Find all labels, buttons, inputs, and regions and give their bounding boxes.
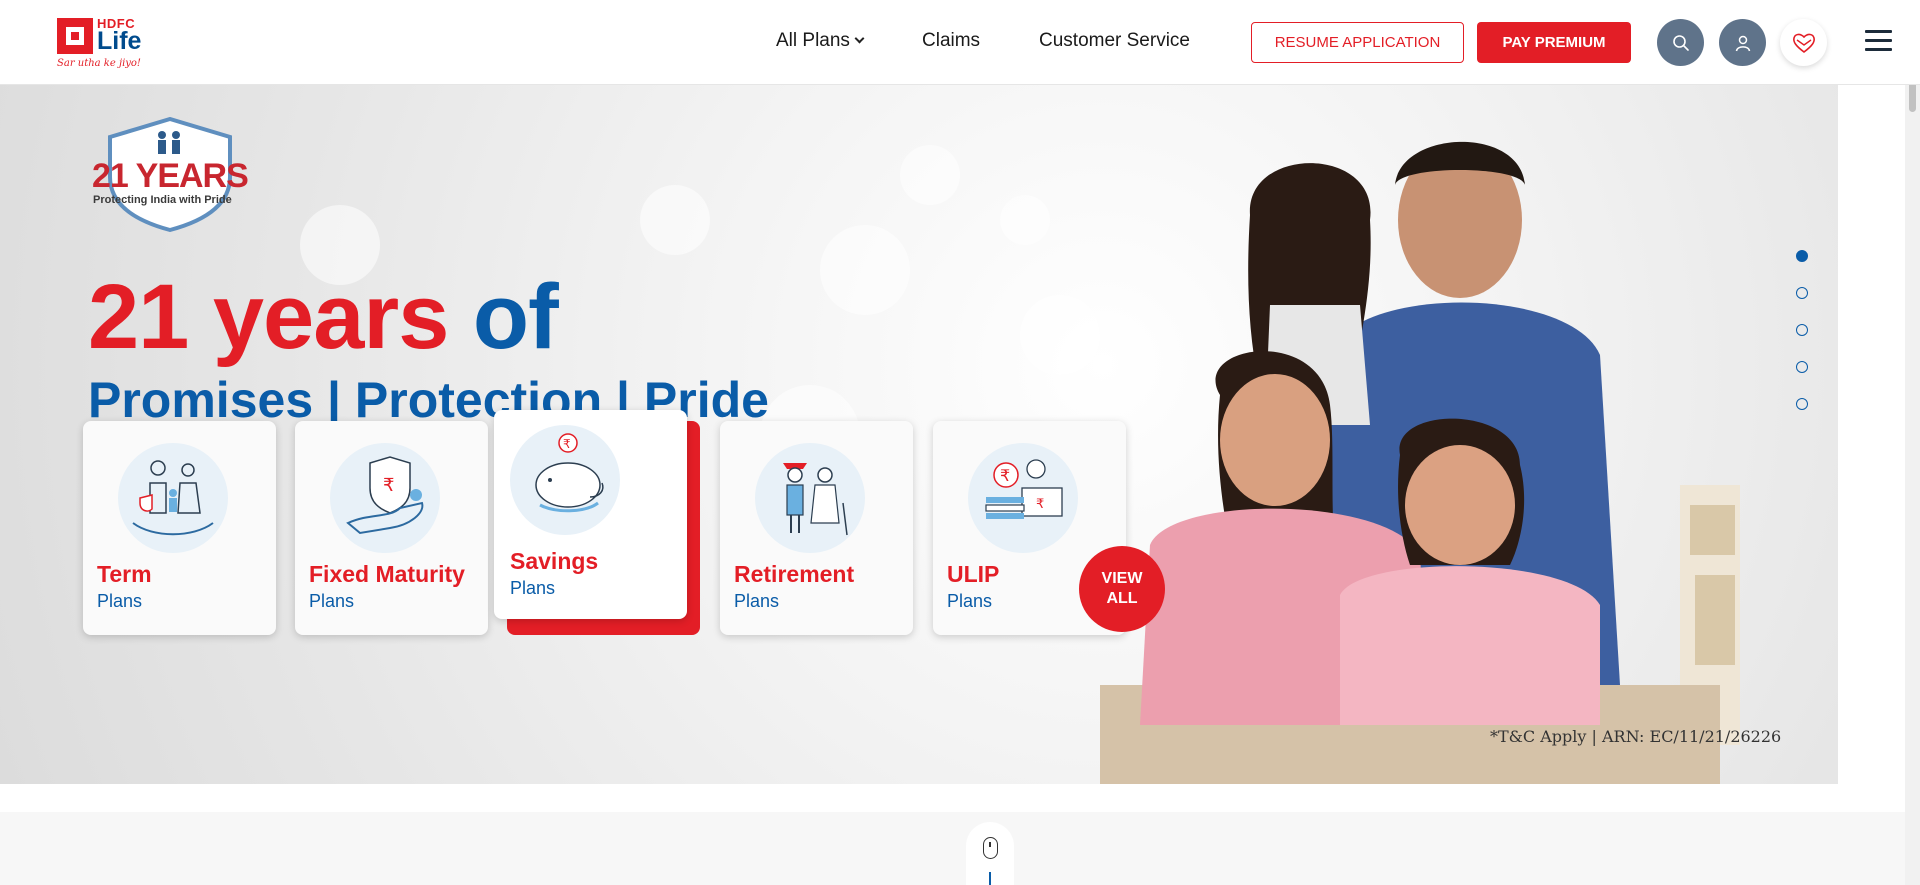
nav-all-plans[interactable]: All Plans: [776, 30, 865, 52]
logo-mark: [57, 18, 93, 54]
nav-all-plans-label: All Plans: [776, 30, 850, 51]
plan-title: Term: [97, 561, 152, 587]
slide-dot[interactable]: [1796, 324, 1808, 336]
plan-subtitle: Plans: [947, 591, 993, 611]
slide-indicator: [1796, 250, 1810, 435]
hdfc-life-logo[interactable]: HDFC Life Sar utha ke jiyo!: [57, 16, 157, 74]
plan-subtitle: Plans: [734, 591, 780, 611]
contact-button[interactable]: [1780, 19, 1827, 66]
piggy-bank-icon: ₹: [510, 425, 620, 535]
view-all-line2: ALL: [1106, 590, 1138, 607]
heart-icon: [1792, 33, 1815, 53]
nav-claims[interactable]: Claims: [922, 30, 980, 52]
plan-subtitle: Plans: [97, 591, 143, 611]
badge-tagline: Protecting India with Pride: [93, 194, 232, 206]
plan-title: Fixed Maturity: [309, 561, 465, 587]
chevron-down-icon: [854, 33, 865, 44]
search-icon: [1672, 34, 1689, 51]
svg-text:₹: ₹: [1000, 466, 1010, 485]
headline-blue-text: of: [472, 266, 559, 368]
terms-disclaimer: *T&C Apply | ARN: EC/11/21/26226: [1490, 727, 1782, 746]
page-scrollbar[interactable]: [1905, 0, 1920, 885]
mouse-icon: [983, 837, 998, 859]
rupee-shield-icon: ₹: [330, 443, 440, 553]
elderly-couple-icon: [755, 443, 865, 553]
search-button[interactable]: [1657, 19, 1704, 66]
plan-card-term[interactable]: Term Plans: [83, 421, 276, 635]
family-photo: [1100, 141, 1740, 784]
nav-customer-service[interactable]: Customer Service: [1039, 30, 1190, 52]
headline-red-text: 21 years: [88, 266, 449, 368]
site-header: HDFC Life Sar utha ke jiyo! All Plans Cl…: [0, 0, 1920, 85]
plan-card-fixed-maturity[interactable]: ₹ Fixed Maturity Plans: [295, 421, 488, 635]
scroll-line: [989, 872, 991, 885]
plan-title: Savings: [510, 548, 599, 574]
svg-text:₹: ₹: [563, 437, 571, 451]
next-section-band: [0, 812, 1920, 885]
plan-title: ULIP: [947, 561, 1000, 587]
plan-subtitle: Plans: [309, 591, 355, 611]
svg-text:₹: ₹: [1036, 497, 1044, 512]
svg-text:₹: ₹: [383, 475, 394, 496]
slide-dot[interactable]: [1796, 287, 1808, 299]
anniversary-badge: 21 YEARS Protecting India with Pride: [90, 117, 250, 232]
slide-dot[interactable]: [1796, 398, 1808, 410]
coin-stack-icon: ₹ ₹: [968, 443, 1078, 553]
plan-card-retirement[interactable]: Retirement Plans: [720, 421, 913, 635]
plan-subtitle: Plans: [510, 578, 556, 598]
account-button[interactable]: [1719, 19, 1766, 66]
user-icon: [1735, 35, 1750, 51]
menu-icon[interactable]: [1865, 30, 1892, 52]
slide-dot[interactable]: [1796, 361, 1808, 373]
slide-dot[interactable]: [1796, 250, 1808, 262]
pay-premium-button[interactable]: PAY PREMIUM: [1477, 22, 1631, 63]
plan-title: Retirement: [734, 561, 855, 587]
logo-tagline: Sar utha ke jiyo!: [57, 58, 141, 69]
hero-headline: 21 years of: [88, 265, 559, 370]
resume-application-button[interactable]: RESUME APPLICATION: [1251, 22, 1464, 63]
view-all-line1: VIEW: [1101, 570, 1143, 587]
view-all-button[interactable]: VIEW ALL: [1079, 546, 1165, 632]
plan-card-savings[interactable]: ₹ Savings Plans: [494, 410, 687, 619]
logo-brand-main: Life: [97, 27, 142, 55]
family-protection-icon: [118, 443, 228, 553]
scroll-down-indicator[interactable]: [966, 822, 1014, 885]
badge-years: 21 YEARS: [92, 157, 249, 195]
